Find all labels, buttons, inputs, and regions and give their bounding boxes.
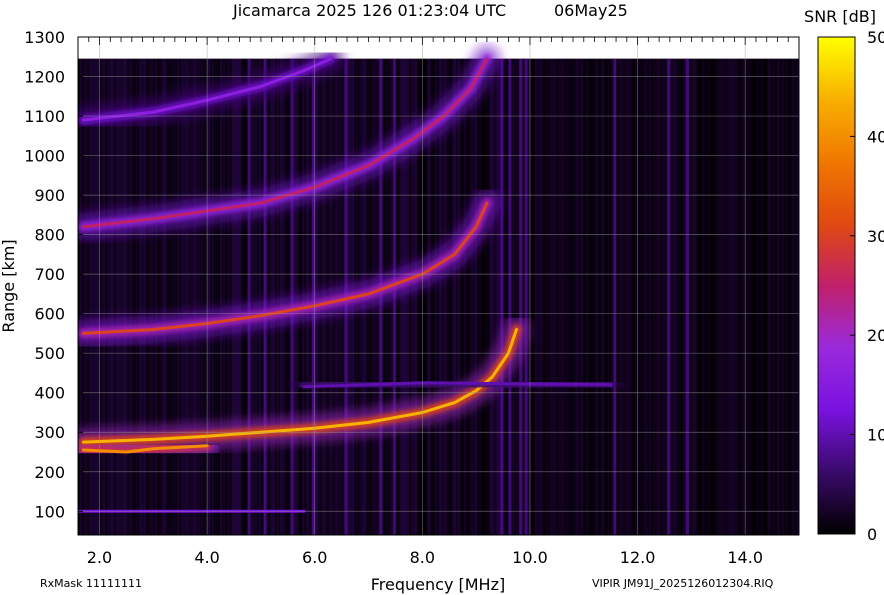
y-tick-label: 600 bbox=[34, 305, 65, 324]
interference-line bbox=[263, 58, 267, 535]
interference-line bbox=[508, 58, 512, 535]
interference-line bbox=[613, 58, 617, 535]
y-tick-label: 700 bbox=[34, 265, 65, 284]
x-tick-label: 10.0 bbox=[512, 548, 548, 567]
interference-line bbox=[247, 58, 251, 535]
colorbar-scale bbox=[817, 36, 856, 535]
colorbar-tick-label: 50 bbox=[867, 28, 884, 47]
y-axis-ticks: 100 200 300 400 500 600 700 800 900 1000 1100 1200 1… bbox=[24, 28, 83, 521]
x-axis-ticks: 2.0 4.0 6.0 8.0 10.0 12.0 14.0 bbox=[87, 548, 763, 567]
colorbar-tick-label: 10 bbox=[867, 426, 884, 445]
x-tick-label: 6.0 bbox=[302, 548, 327, 567]
y-tick-label: 1200 bbox=[24, 68, 65, 87]
y-tick-label: 1000 bbox=[24, 147, 65, 166]
colorbar-tick-label: 40 bbox=[867, 127, 884, 146]
colorbar-tick-label: 0 bbox=[867, 525, 877, 544]
x-tick-label: 4.0 bbox=[194, 548, 219, 567]
chart-title: Jicamarca 2025 126 01:23:04 UTC bbox=[232, 1, 506, 20]
colorbar: 0 10 20 30 40 50 bbox=[817, 28, 884, 544]
x-tick-label: 12.0 bbox=[620, 548, 656, 567]
y-tick-label: 200 bbox=[34, 463, 65, 482]
interference-line bbox=[524, 58, 528, 535]
colorbar-label: SNR [dB] bbox=[804, 7, 876, 26]
y-tick-label: 300 bbox=[34, 423, 65, 442]
interference-line bbox=[667, 58, 671, 535]
interference-line bbox=[500, 58, 504, 535]
y-tick-label: 800 bbox=[34, 226, 65, 245]
y-axis-label: Range [km] bbox=[0, 239, 18, 332]
colorbar-tick-label: 20 bbox=[867, 326, 884, 345]
colorbar-tick-label: 30 bbox=[867, 227, 884, 246]
y-tick-label: 900 bbox=[34, 186, 65, 205]
file-label: VIPIR JM91J_2025126012304.RIQ bbox=[592, 577, 774, 590]
y-tick-label: 1300 bbox=[24, 28, 65, 47]
x-tick-label: 2.0 bbox=[87, 548, 112, 567]
chart-date: 06May25 bbox=[554, 1, 628, 20]
interference-line bbox=[519, 58, 523, 535]
rxmask-label: RxMask 11111111 bbox=[40, 577, 142, 590]
interference-line bbox=[686, 58, 690, 535]
x-tick-label: 14.0 bbox=[727, 548, 763, 567]
y-tick-label: 1100 bbox=[24, 107, 65, 126]
plot-area bbox=[77, 36, 800, 536]
ionogram-chart: Jicamarca 2025 126 01:23:04 UTC 06May25 … bbox=[0, 1, 884, 594]
x-tick-label: 8.0 bbox=[410, 548, 435, 567]
x-axis-label: Frequency [MHz] bbox=[371, 575, 505, 594]
y-tick-label: 100 bbox=[34, 502, 65, 521]
y-tick-label: 400 bbox=[34, 384, 65, 403]
y-tick-label: 500 bbox=[34, 344, 65, 363]
